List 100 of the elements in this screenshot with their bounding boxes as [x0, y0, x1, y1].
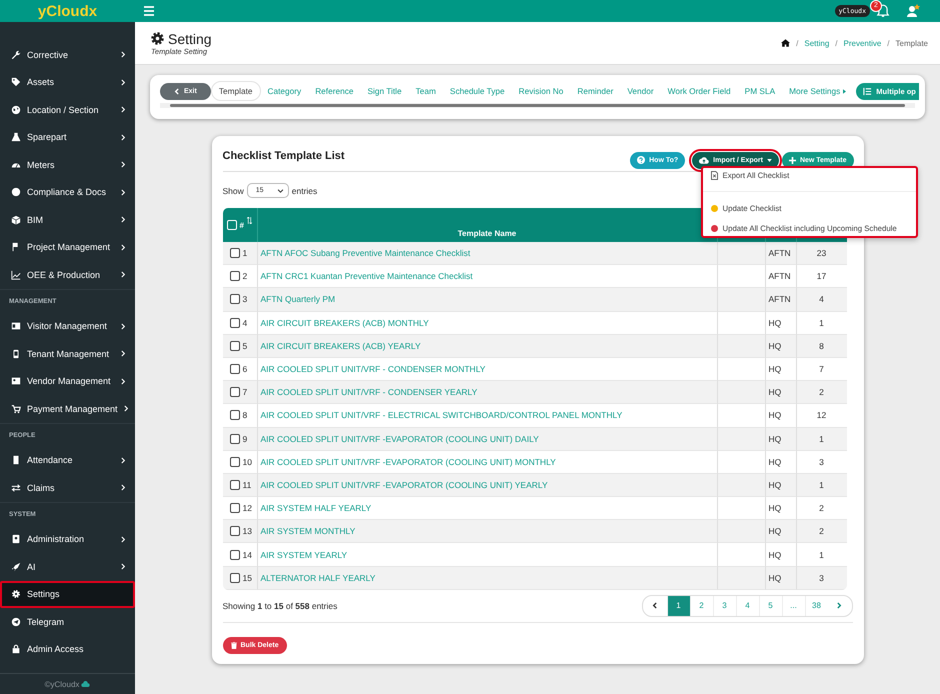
sidebar-item[interactable]: Assets	[0, 68, 135, 96]
chevron-icon	[121, 78, 126, 86]
row-number: 13	[242, 526, 252, 536]
sidebar-item[interactable]: Vendor Management	[0, 368, 135, 395]
template-link[interactable]: AIR COOLED SPLIT UNIT/VRF - CONDENSER MONTHLY	[260, 364, 486, 374]
help-icon	[637, 156, 646, 164]
template-link[interactable]: AIR COOLED SPLIT UNIT/VRF -EVAPORATOR (COOLING UNIT) MONTHLY	[260, 456, 556, 467]
sidebar-item[interactable]: Corrective	[0, 41, 135, 68]
page-button[interactable]: ...	[782, 596, 804, 616]
page-button[interactable]: 1	[666, 596, 690, 616]
page-button[interactable]: 38	[804, 596, 828, 616]
id-card-icon	[11, 321, 21, 332]
row-checkbox[interactable]	[230, 294, 240, 304]
sidebar-item[interactable]: Attendance	[0, 446, 135, 474]
settings-tab[interactable]: PM SLA	[738, 82, 782, 100]
sidebar-item[interactable]: Administration	[0, 526, 135, 553]
menu-icon[interactable]	[143, 6, 155, 16]
settings-tab[interactable]: More Settings	[782, 82, 854, 100]
row-checkbox[interactable]	[230, 456, 240, 467]
breadcrumb-separator: /	[835, 38, 838, 48]
trash-icon	[230, 642, 236, 649]
column-header[interactable]: Template Name	[258, 208, 718, 242]
row-number: 4	[242, 318, 248, 328]
template-link[interactable]: AIR SYSTEM YEARLY	[260, 550, 348, 560]
settings-tab[interactable]: Sign Title	[360, 82, 409, 100]
sidebar-item[interactable]: Location / Section	[0, 96, 135, 124]
template-link[interactable]: AIR CIRCUIT BREAKERS (ACB) YEARLY	[260, 340, 421, 351]
template-link[interactable]: ALTERNATOR HALF YEARLY	[260, 572, 376, 583]
settings-tab[interactable]: Category	[260, 82, 308, 100]
gear-icon	[11, 589, 21, 600]
sidebar-item[interactable]: Tenant Management	[0, 340, 135, 368]
row-number: 1	[242, 248, 248, 258]
cloud-icon	[81, 681, 90, 687]
sidebar-item[interactable]: Meters	[0, 151, 135, 178]
table-cell: 1	[796, 474, 846, 498]
settings-tab[interactable]: Reference	[308, 82, 360, 100]
settings-tab[interactable]: Revision No	[512, 82, 570, 100]
show-label: Show	[222, 186, 244, 196]
breadcrumb-current: Template	[896, 38, 928, 48]
chevron-icon	[121, 161, 126, 168]
row-checkbox[interactable]	[230, 248, 240, 258]
horizontal-scrollbar[interactable]	[160, 103, 915, 108]
table-cell: 1	[796, 428, 846, 451]
user-icon[interactable]	[906, 4, 920, 18]
send-icon	[11, 616, 21, 627]
row-checkbox[interactable]	[230, 526, 240, 536]
sidebar-item[interactable]: Claims	[0, 474, 135, 502]
template-link[interactable]: AFTN Quarterly PM	[260, 294, 336, 304]
sidebar-item[interactable]: Telegram	[0, 608, 135, 636]
sidebar-item[interactable]: Project Management	[0, 234, 135, 261]
sidebar-item[interactable]: OEE & Production	[0, 261, 135, 288]
page-button[interactable]: 3	[712, 596, 736, 616]
page-button[interactable]: 4	[736, 596, 758, 616]
row-checkbox[interactable]	[230, 480, 240, 490]
settings-tab[interactable]: Template	[210, 81, 261, 101]
template-link[interactable]: AIR SYSTEM HALF YEARLY	[260, 503, 372, 514]
row-checkbox[interactable]	[230, 550, 240, 560]
row-checkbox[interactable]	[230, 572, 240, 583]
row-number: 8	[242, 410, 248, 420]
breadcrumb-link[interactable]: Preventive	[844, 38, 882, 48]
page-button[interactable]: 5	[758, 596, 782, 616]
sidebar-item[interactable]: AI	[0, 553, 135, 580]
sidebar-item[interactable]: Visitor Management	[0, 312, 135, 340]
settings-tab[interactable]: Schedule Type	[442, 82, 512, 100]
row-checkbox[interactable]	[230, 410, 240, 420]
cloud-upload-icon	[699, 156, 710, 164]
sort-icon	[246, 217, 252, 224]
template-link[interactable]: AFTN CRC1 Kuantan Preventive Maintenance Checklist	[260, 271, 473, 282]
bell-icon[interactable]	[876, 4, 890, 18]
row-checkbox[interactable]	[230, 271, 240, 282]
breadcrumb-link[interactable]: Setting	[804, 38, 830, 48]
sidebar-item[interactable]: Sparepart	[0, 124, 135, 151]
row-checkbox[interactable]	[230, 387, 240, 398]
chevron-down-icon	[276, 188, 284, 192]
settings-tab[interactable]: Vendor	[620, 82, 661, 100]
breadcrumb-separator: /	[796, 38, 798, 48]
template-link[interactable]: AIR COOLED SPLIT UNIT/VRF - ELECTRICAL SWITCHBOARD/CONTROL PANEL MONTHLY	[260, 410, 622, 420]
sidebar-item[interactable]: BIM	[0, 206, 135, 234]
row-checkbox[interactable]	[230, 434, 240, 444]
sidebar-item[interactable]: Compliance & Docs	[0, 178, 135, 206]
settings-tab[interactable]: Team	[408, 82, 443, 100]
template-link[interactable]: AIR SYSTEM MONTHLY	[260, 526, 356, 536]
chevron-icon	[121, 322, 126, 330]
sidebar-item[interactable]: Payment Management	[0, 395, 135, 422]
template-link[interactable]: AIR CIRCUIT BREAKERS (ACB) MONTHLY	[260, 318, 429, 328]
settings-tab[interactable]: Reminder	[570, 82, 620, 100]
row-checkbox[interactable]	[230, 340, 240, 351]
select-all-checkbox[interactable]	[226, 220, 236, 230]
row-checkbox[interactable]	[230, 364, 240, 374]
sidebar-item[interactable]: Admin Access	[0, 636, 135, 663]
settings-tab[interactable]: Work Order Field	[660, 82, 738, 100]
phone-icon	[11, 348, 21, 359]
row-checkbox[interactable]	[230, 318, 240, 328]
table-cell: AFTN	[766, 288, 796, 312]
sidebar-item[interactable]: Settings	[0, 580, 135, 608]
page-button[interactable]: 2	[690, 596, 712, 616]
brand-logo[interactable]: yCloudx	[0, 2, 135, 20]
table-cell: 2	[796, 520, 846, 544]
column-header[interactable]: #	[240, 220, 244, 230]
row-checkbox[interactable]	[230, 503, 240, 514]
